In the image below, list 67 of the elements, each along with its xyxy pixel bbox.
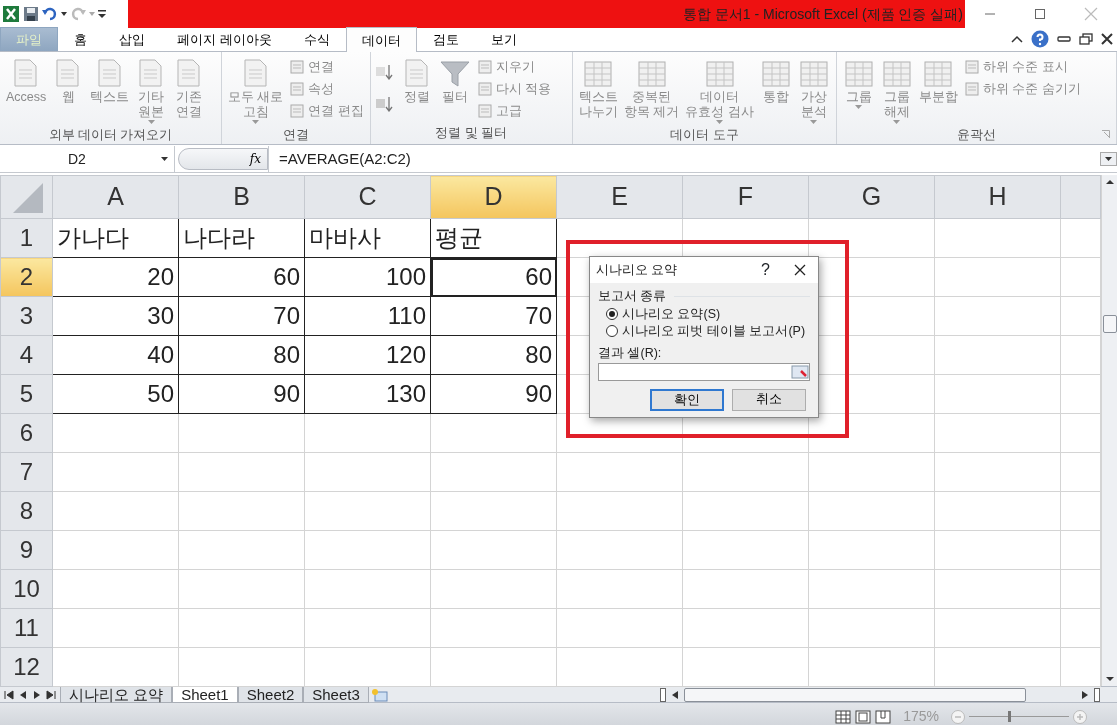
ribbon-button[interactable]: 하위 수준 표시 (961, 56, 1083, 78)
table-cell: 60 (178, 257, 305, 297)
column-header[interactable]: F (682, 175, 809, 219)
column-header[interactable]: H (934, 175, 1061, 219)
row-header[interactable]: 5 (0, 374, 53, 414)
group-label: 데이터 도구 (670, 128, 739, 142)
dialog-button[interactable]: 취소 (732, 388, 806, 411)
table-cell: 60 (430, 257, 557, 297)
ribbon-tab[interactable]: 수식 (287, 27, 346, 51)
ribbon-button[interactable]: 연결 (287, 56, 366, 78)
ribbon-button[interactable]: 지우기 (474, 56, 554, 78)
table-cell: 90 (430, 374, 557, 414)
zoom-level: 175% (903, 707, 939, 725)
group-label: 보고서 종류 (598, 288, 667, 305)
column-header[interactable]: D (430, 175, 557, 219)
row-header[interactable]: 8 (0, 491, 53, 531)
row-header[interactable]: 3 (0, 296, 53, 336)
ribbon-tab[interactable]: 홈 (58, 27, 103, 51)
table-cell: 나다라 (178, 218, 305, 258)
table-cell: 30 (52, 296, 179, 336)
dialog-title: 시나리오 요약 (596, 261, 679, 279)
table-cell: 가나다 (52, 218, 179, 258)
row-header[interactable]: 7 (0, 452, 53, 492)
insert-function-button[interactable]: fx (178, 148, 268, 170)
group-label: 윤곽선 (956, 128, 996, 142)
row-header[interactable]: 11 (0, 608, 53, 648)
ribbon-tab[interactable]: 삽입 (103, 27, 161, 51)
column-header[interactable]: B (178, 175, 305, 219)
name-box[interactable]: D2 (0, 146, 175, 172)
ribbon-tab[interactable]: 보기 (474, 27, 533, 51)
radio-option[interactable]: 시나리오 피벗 테이블 보고서(P) (598, 322, 810, 340)
table-cell: 90 (178, 374, 305, 414)
ribbon-tab[interactable]: 검토 (416, 27, 475, 51)
field-label: 결과 셀(R): (598, 344, 663, 362)
column-header[interactable]: A (52, 175, 179, 219)
row-header[interactable]: 12 (0, 647, 53, 687)
group-label: 연결 (283, 128, 309, 142)
table-cell: 평균 (430, 218, 557, 258)
column-header[interactable]: C (304, 175, 431, 219)
table-cell: 마바사 (304, 218, 431, 258)
table-cell: 100 (304, 257, 431, 297)
dialog-button[interactable]: 확인 (650, 388, 724, 411)
table-cell: 70 (178, 296, 305, 336)
ribbon-tab[interactable]: 페이지 레이아웃 (161, 27, 288, 51)
table-cell: 80 (178, 335, 305, 375)
row-header[interactable]: 10 (0, 569, 53, 609)
ribbon-tab[interactable]: 데이터 (345, 27, 417, 52)
table-cell: 20 (52, 257, 179, 297)
row-header[interactable]: 9 (0, 530, 53, 570)
row-header[interactable]: 2 (0, 257, 53, 297)
group-label: 정렬 및 필터 (435, 126, 508, 140)
table-cell: 40 (52, 335, 179, 375)
table-cell: 120 (304, 335, 431, 375)
row-header[interactable]: 4 (0, 335, 53, 375)
help-button[interactable]: ? (761, 258, 770, 282)
row-header[interactable]: 1 (0, 218, 53, 258)
group-label: 외부 데이터 가져오기 (48, 128, 173, 142)
window-title: 통합 문서1 - Microsoft Excel (제품 인증 실패) (682, 4, 963, 24)
column-header[interactable]: G (808, 175, 935, 219)
radio-option[interactable]: 시나리오 요약(S) (598, 305, 810, 323)
table-cell: 50 (52, 374, 179, 414)
table-cell: 130 (304, 374, 431, 414)
table-cell: 70 (430, 296, 557, 336)
row-header[interactable]: 6 (0, 413, 53, 453)
column-header[interactable]: E (556, 175, 683, 219)
table-cell: 80 (430, 335, 557, 375)
table-cell: 110 (304, 296, 431, 336)
